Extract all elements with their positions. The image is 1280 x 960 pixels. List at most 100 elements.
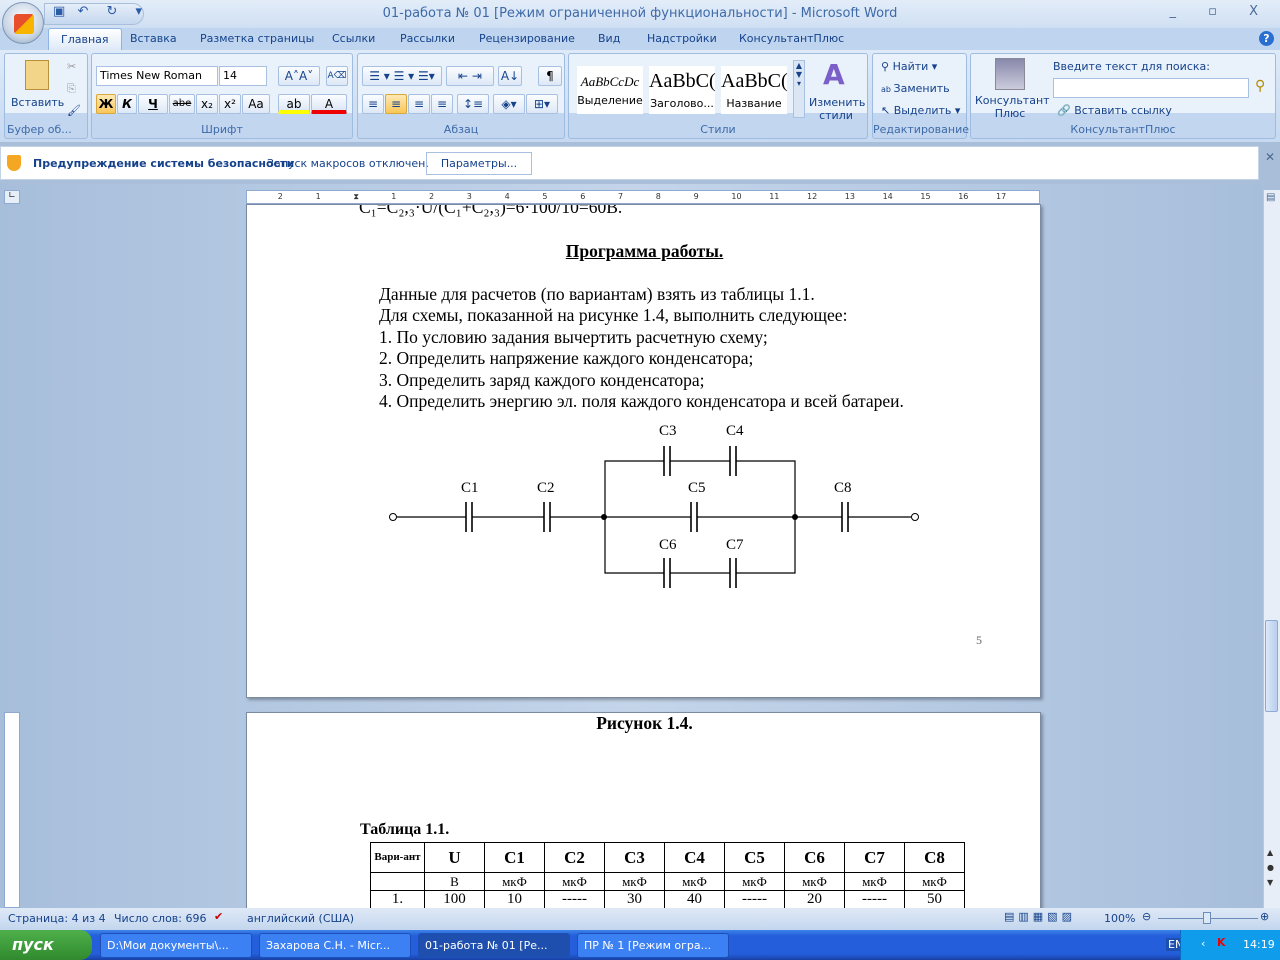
- italic-button[interactable]: К: [117, 94, 137, 114]
- zoom-slider-thumb[interactable]: [1203, 912, 1211, 924]
- consultant-button[interactable]: Консультант Плюс: [975, 94, 1050, 120]
- customize-icon[interactable]: ▾: [136, 4, 143, 19]
- strikethrough-button[interactable]: abe: [169, 94, 195, 114]
- close-warning-icon[interactable]: ✕: [1265, 150, 1275, 164]
- sort-button[interactable]: А↓: [498, 66, 522, 86]
- office-button[interactable]: [2, 2, 44, 44]
- paragraph-line: 4. Определить энергию эл. поля каждого к…: [379, 391, 904, 411]
- clear-format-button[interactable]: A⌫: [326, 66, 348, 86]
- antivirus-icon[interactable]: K: [1217, 936, 1226, 949]
- justify-button[interactable]: ≡: [431, 94, 453, 114]
- group-styles: AaBbCcDc Выделение AaBbC(Заголово... AaBb…: [568, 53, 868, 139]
- zoom-in-icon[interactable]: ⊕: [1260, 910, 1269, 923]
- paste-button[interactable]: Вставить: [11, 96, 64, 109]
- view-ruler-icon[interactable]: ▤: [1266, 192, 1275, 203]
- tab-review[interactable]: Рецензирование: [479, 32, 575, 45]
- task-explorer[interactable]: D:\Мои документы\...: [100, 933, 252, 958]
- tab-selector-button[interactable]: ∟: [4, 190, 20, 204]
- quick-access-toolbar: ▣ ↶ ↻ ▾: [44, 3, 144, 25]
- subscript-button[interactable]: x₂: [196, 94, 218, 114]
- format-painter-icon[interactable]: 🖌: [67, 104, 81, 117]
- start-button[interactable]: пуск: [0, 930, 92, 960]
- select-button[interactable]: ↖ Выделить ▾: [881, 104, 960, 117]
- help-icon[interactable]: ?: [1259, 31, 1274, 46]
- redo-icon[interactable]: ↻: [106, 4, 117, 19]
- search-icon[interactable]: ⚲: [1255, 78, 1265, 94]
- line-spacing-button[interactable]: ↕≡: [457, 94, 489, 114]
- office-logo-icon: [14, 14, 34, 34]
- tray-expand-icon[interactable]: ‹: [1201, 937, 1205, 950]
- font-size-select[interactable]: 14: [219, 66, 267, 86]
- word-count[interactable]: Число слов: 696: [114, 912, 207, 925]
- tab-mailings[interactable]: Рассылки: [400, 32, 455, 45]
- list-buttons[interactable]: ☰ ▾ ☰ ▾ ☰▾: [362, 66, 442, 86]
- highlight-button[interactable]: ab: [278, 94, 310, 114]
- align-center-button[interactable]: ≡: [385, 94, 407, 114]
- ruler-tick: 1: [315, 192, 321, 201]
- style-title[interactable]: AaBbC(Название: [721, 66, 788, 114]
- spelling-icon[interactable]: ✔: [214, 910, 223, 923]
- find-button[interactable]: ⚲ Найти ▾: [881, 60, 937, 73]
- language[interactable]: английский (США): [247, 912, 354, 925]
- table-cell: C3: [604, 842, 665, 873]
- view-buttons[interactable]: ▤▥▦▧▨: [1004, 910, 1076, 923]
- vertical-ruler[interactable]: [4, 712, 20, 908]
- scrollbar-thumb[interactable]: [1265, 620, 1278, 712]
- tab-view[interactable]: Вид: [598, 32, 620, 45]
- indent-buttons[interactable]: ⇤ ⇥: [446, 66, 494, 86]
- zoom-level[interactable]: 100%: [1104, 912, 1135, 925]
- table-cell: В: [424, 872, 485, 891]
- horizontal-ruler[interactable]: 321⧗1234567891011121314151617: [246, 190, 1040, 204]
- change-case-button[interactable]: Aa: [242, 94, 270, 114]
- task-word-zakharova[interactable]: Захарова С.Н. - Micr...: [259, 933, 411, 958]
- table-row: Вари-ант U C1 C2 C3 C4 C5 C6 C7 C8: [370, 842, 965, 873]
- group-label: Абзац: [443, 123, 479, 136]
- browse-buttons[interactable]: ▲ ● ▼: [1267, 845, 1274, 890]
- variants-table: Вари-ант U C1 C2 C3 C4 C5 C6 C7 C8 ВмкФ мкФ мкФ мкФ мк…: [370, 842, 965, 909]
- consultant-search-input[interactable]: [1053, 78, 1249, 98]
- task-word-pr[interactable]: ПР № 1 [Режим огра...: [577, 933, 729, 958]
- font-color-button[interactable]: A: [311, 94, 347, 114]
- task-word-active[interactable]: 01-работа № 01 [Ре...: [418, 933, 570, 958]
- style-heading[interactable]: AaBbC(Заголово...: [649, 66, 716, 114]
- font-name-select[interactable]: Times New Roman: [96, 66, 218, 86]
- cut-icon[interactable]: ✂: [67, 60, 76, 73]
- zoom-out-icon[interactable]: ⊖: [1142, 910, 1151, 923]
- tab-insert[interactable]: Вставка: [130, 32, 177, 45]
- window-controls[interactable]: _ ▫ X: [1170, 4, 1272, 19]
- change-styles-button[interactable]: Изменить стили: [809, 96, 865, 122]
- save-icon[interactable]: ▣: [53, 4, 65, 19]
- show-marks-button[interactable]: ¶: [538, 66, 562, 86]
- copy-icon[interactable]: ⎘: [67, 82, 76, 96]
- options-button[interactable]: Параметры...: [426, 152, 532, 175]
- replace-button[interactable]: ab Заменить: [881, 82, 950, 95]
- superscript-button[interactable]: x²: [219, 94, 241, 114]
- undo-icon[interactable]: ↶: [77, 4, 88, 19]
- align-left-button[interactable]: ≡: [362, 94, 384, 114]
- consultant-avatar-icon: [995, 58, 1025, 90]
- tab-page-layout[interactable]: Разметка страницы: [200, 32, 314, 45]
- tab-addins[interactable]: Надстройки: [647, 32, 717, 45]
- styles-scroll[interactable]: ▲ ▼ ▾: [793, 60, 805, 118]
- ruler-tick: 15: [920, 192, 931, 201]
- page-count[interactable]: Страница: 4 из 4: [8, 912, 106, 925]
- ruler-tick: 5: [542, 192, 548, 201]
- style-emphasis[interactable]: AaBbCcDc Выделение: [577, 66, 643, 114]
- grow-shrink-font-button[interactable]: A˄A˅: [278, 66, 320, 86]
- ruler-tick: 10: [731, 192, 742, 201]
- vertical-scrollbar[interactable]: [1263, 190, 1280, 908]
- tab-home[interactable]: Главная: [48, 28, 122, 52]
- replace-icon: ab: [881, 85, 894, 94]
- group-label: Буфер об...: [7, 123, 72, 136]
- ruler-tick: 6: [580, 192, 586, 201]
- underline-button[interactable]: Ч: [138, 94, 168, 114]
- ruler-tick: 14: [882, 192, 893, 201]
- tab-references[interactable]: Ссылки: [332, 32, 375, 45]
- ruler-tick: ⧗: [353, 192, 360, 201]
- tab-consultant[interactable]: КонсультантПлюс: [739, 32, 844, 45]
- borders-button[interactable]: ⊞▾: [526, 94, 558, 114]
- align-right-button[interactable]: ≡: [408, 94, 430, 114]
- shading-button[interactable]: ◈▾: [493, 94, 525, 114]
- bold-button[interactable]: Ж: [96, 94, 116, 114]
- insert-link-button[interactable]: 🔗 Вставить ссылку: [1057, 104, 1172, 117]
